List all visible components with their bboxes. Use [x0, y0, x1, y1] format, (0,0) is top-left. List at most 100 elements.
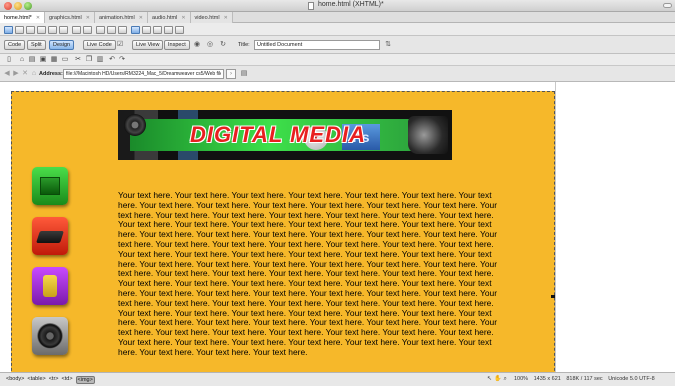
- code-view-button[interactable]: Code: [4, 40, 26, 50]
- ordered-list-insert-icon[interactable]: [164, 26, 173, 34]
- insert-toolbar: [0, 23, 675, 36]
- file-management-icon[interactable]: ⇅: [383, 40, 393, 50]
- figure-glyph: [43, 275, 57, 297]
- print-icon[interactable]: ▭: [60, 55, 70, 65]
- tag-tr[interactable]: <tr>: [49, 376, 59, 384]
- video-camera-icon: [408, 116, 448, 154]
- window-size-guide: [555, 82, 556, 372]
- tab-label: animation.html: [98, 14, 135, 21]
- file-info: 818K / 117 sec: [566, 376, 603, 382]
- digital-media-banner[interactable]: f Ps DIGITAL MEDIA: [118, 110, 452, 160]
- tab-graphics[interactable]: graphics.html ✕: [45, 12, 95, 23]
- design-view-button[interactable]: Design: [49, 40, 75, 50]
- redo-icon[interactable]: ↷: [117, 55, 127, 65]
- close-window-button[interactable]: [4, 2, 12, 10]
- view-options-icon[interactable]: ▤: [239, 69, 249, 79]
- tab-animation[interactable]: animation.html ✕: [94, 12, 148, 23]
- new-document-icon[interactable]: ▯: [4, 55, 14, 65]
- paste-icon[interactable]: ▥: [95, 55, 105, 65]
- banner-title: DIGITAL MEDIA: [190, 122, 366, 147]
- animation-icon[interactable]: [32, 217, 68, 255]
- browse-icon[interactable]: ▤: [27, 55, 37, 65]
- data-insert-icon[interactable]: [37, 26, 46, 34]
- image-insert-icon[interactable]: [72, 26, 81, 34]
- address-input[interactable]: [63, 69, 224, 79]
- copy-icon[interactable]: ❐: [84, 55, 94, 65]
- refresh-icon[interactable]: ↻: [218, 40, 228, 50]
- close-tab-icon[interactable]: ✕: [181, 15, 185, 21]
- check-icon[interactable]: ☑: [115, 40, 125, 50]
- tag-table[interactable]: <table>: [27, 376, 45, 384]
- document-stats: 100% 1435 x 621 818K / 117 sec Unicode 5…: [514, 376, 659, 382]
- film-reel-icon: [124, 114, 146, 136]
- close-tab-icon[interactable]: ✕: [86, 15, 90, 21]
- resize-handle[interactable]: [551, 295, 555, 298]
- tag-selector: <body> <table> <tr> <td> <img>: [6, 376, 95, 384]
- paragraph-insert-icon[interactable]: [142, 26, 151, 34]
- tab-audio[interactable]: audio.html ✕: [147, 12, 191, 23]
- live-code-button[interactable]: Live Code: [83, 40, 116, 50]
- body-text[interactable]: Your text here. Your text here. Your tex…: [118, 190, 510, 358]
- speaker-glyph: [37, 323, 63, 349]
- standard-toolbar: ▯ ⌂ ▤ ▣ ▦ ▭ ✂ ❐ ▥ ↶ ↷: [0, 54, 675, 66]
- title-label: Title:: [238, 42, 250, 48]
- close-tab-icon[interactable]: ✕: [224, 15, 228, 21]
- save-all-icon[interactable]: ▦: [49, 55, 59, 65]
- video-icon[interactable]: [32, 317, 68, 355]
- tab-label: video.html: [194, 14, 220, 21]
- tag-img[interactable]: <img>: [75, 376, 95, 384]
- close-tab-icon[interactable]: ✕: [139, 15, 143, 21]
- incontext-insert-icon[interactable]: [59, 26, 68, 34]
- document-icon: [308, 2, 314, 10]
- media-insert-icon[interactable]: [83, 26, 92, 34]
- undo-icon[interactable]: ↶: [107, 55, 117, 65]
- zoom-window-button[interactable]: [24, 2, 32, 10]
- go-icon[interactable]: ›: [226, 69, 236, 79]
- select-hand-zoom-icons[interactable]: ↖✋⌕: [487, 375, 509, 383]
- browser-navigation-toolbar: ◀ ▶ ✕ ⌂ Address: › ▤: [0, 66, 675, 82]
- hyperlink-insert-icon[interactable]: [118, 26, 127, 34]
- definition-insert-icon[interactable]: [175, 26, 184, 34]
- forms-insert-icon[interactable]: [26, 26, 35, 34]
- cut-icon[interactable]: ✂: [73, 55, 83, 65]
- tab-label: audio.html: [151, 14, 178, 21]
- window-title: home.html (XHTML)*: [318, 1, 384, 8]
- tag-td[interactable]: <td>: [62, 376, 73, 384]
- common-insert-icon[interactable]: [4, 26, 13, 34]
- tag-body[interactable]: <body>: [6, 376, 24, 384]
- split-view-button[interactable]: Split: [27, 40, 46, 50]
- encoding-info: Unicode 5.0 UTF-8: [608, 376, 655, 382]
- save-icon[interactable]: ▣: [38, 55, 48, 65]
- zoom-select[interactable]: 100%: [514, 376, 528, 382]
- text-insert-icon[interactable]: [96, 26, 105, 34]
- heading-insert-icon[interactable]: [131, 26, 140, 34]
- tab-label: home.html*: [4, 14, 32, 21]
- layout-insert-icon[interactable]: [15, 26, 24, 34]
- document-title-input[interactable]: [254, 40, 380, 50]
- title-bar: home.html (XHTML)*: [0, 0, 675, 12]
- tab-label: graphics.html: [49, 14, 82, 21]
- toolbar-toggle-button[interactable]: [663, 3, 672, 8]
- browser-preview-icon[interactable]: ◉: [192, 40, 202, 50]
- audio-icon[interactable]: [32, 267, 68, 305]
- visual-aids-icon[interactable]: ◎: [205, 40, 215, 50]
- list-insert-icon[interactable]: [153, 26, 162, 34]
- tab-video[interactable]: video.html ✕: [190, 12, 233, 23]
- table-insert-icon[interactable]: [107, 26, 116, 34]
- close-tab-icon[interactable]: ✕: [36, 15, 40, 21]
- window-size-select[interactable]: 1435 x 621: [534, 376, 561, 382]
- tab-home[interactable]: home.html* ✕: [0, 12, 46, 23]
- home-icon[interactable]: ⌂: [29, 69, 39, 79]
- minimize-window-button[interactable]: [14, 2, 22, 10]
- graphics-icon[interactable]: [32, 167, 68, 205]
- status-bar: <body> <table> <tr> <td> <img> ↖✋⌕ 100% …: [0, 372, 675, 386]
- document-toolbar: Code Split Design Live Code ☑ Live View …: [0, 36, 675, 54]
- spry-insert-icon[interactable]: [48, 26, 57, 34]
- green-box-glyph: [40, 177, 60, 195]
- live-view-button[interactable]: Live View: [132, 40, 164, 50]
- open-icon[interactable]: ⌂: [17, 55, 27, 65]
- document-tab-bar: home.html* ✕ graphics.html ✕ animation.htm…: [0, 12, 675, 23]
- board-glyph: [36, 231, 64, 243]
- inspect-button[interactable]: Inspect: [164, 40, 190, 50]
- address-label: Address:: [39, 71, 63, 77]
